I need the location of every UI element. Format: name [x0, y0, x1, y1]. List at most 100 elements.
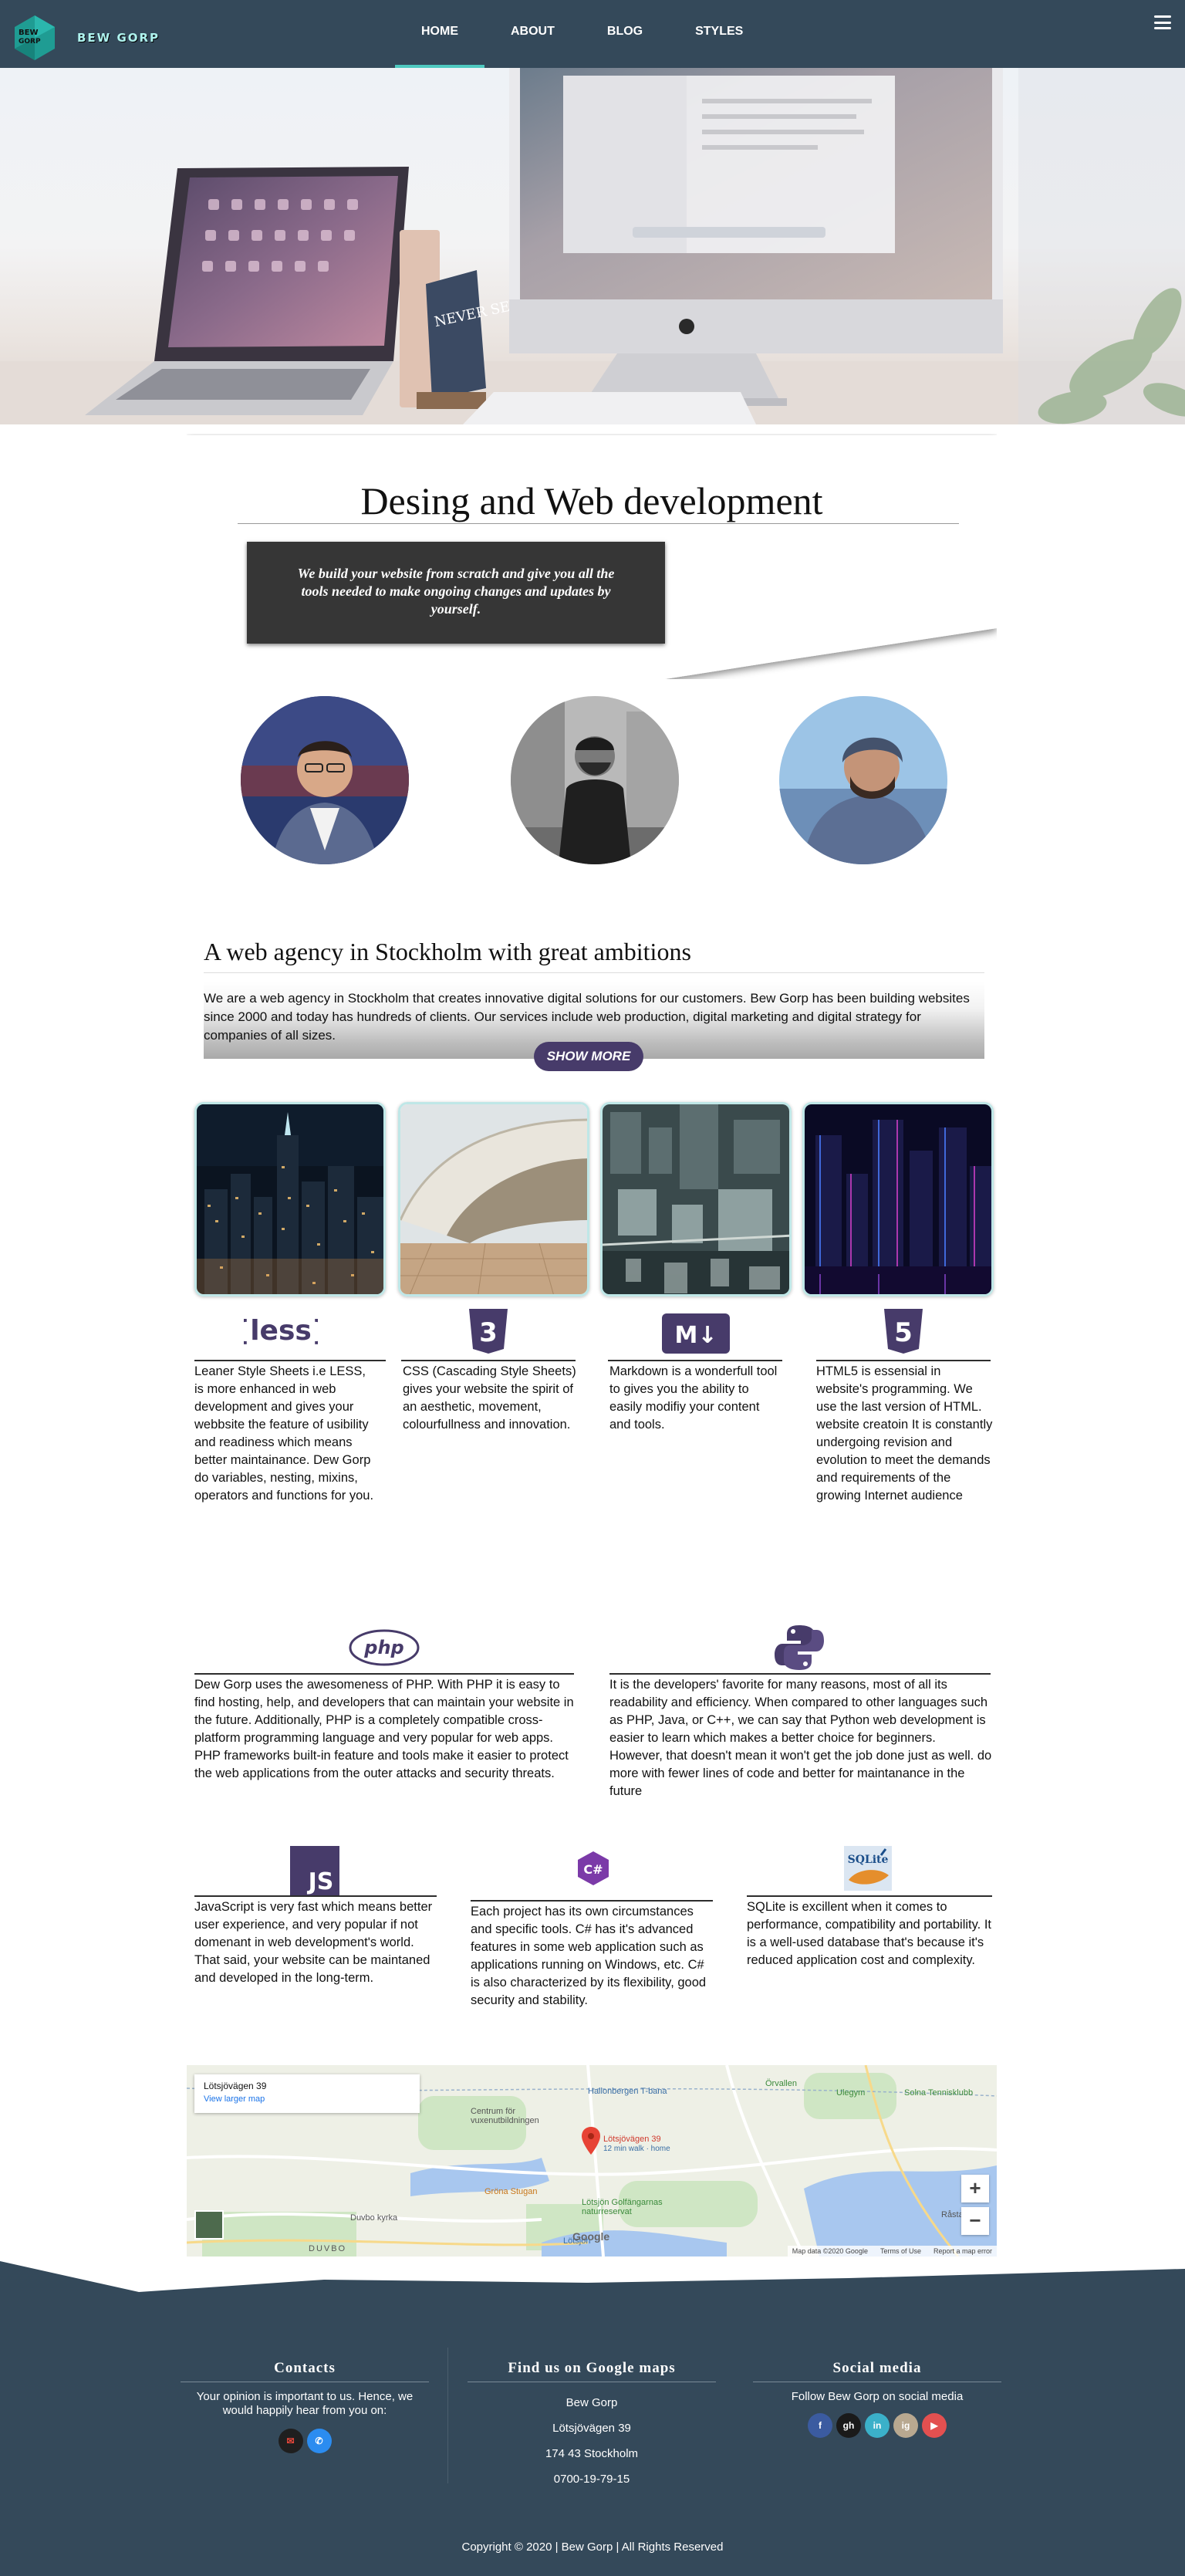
markdown-text: Markdown is a wonderfull tool to gives y…: [609, 1364, 778, 1432]
svg-text:5: 5: [894, 1317, 913, 1348]
css3-text: CSS (Cascading Style Sheets) gives your …: [403, 1364, 576, 1432]
footer-divider: [447, 2348, 448, 2483]
hero-image: NEVER SETTLE: [0, 68, 1185, 424]
sqlite-icon: SQLite: [842, 1844, 893, 1892]
top-navbar: BEW GORP BEW GORP HOME ABOUT BLOG STYLES: [0, 0, 1185, 68]
svg-text:C#: C#: [583, 1862, 603, 1877]
markdown-divider: [608, 1360, 782, 1361]
intro-title: Desing and Web development: [360, 479, 823, 522]
svg-text:GORP: GORP: [19, 38, 41, 46]
footer-social: Social media Follow Bew Gorp on social m…: [753, 2360, 1001, 2438]
csharp-divider: [471, 1900, 713, 1902]
team-avatar-3: [779, 696, 947, 864]
address-street: Lötsjövägen 39: [552, 2422, 631, 2435]
footer-contacts: Contacts Your opinion is important to us…: [181, 2360, 429, 2453]
php-text: Dew Gorp uses the awesomeness of PHP. Wi…: [194, 1678, 574, 1780]
nav-home[interactable]: HOME: [395, 0, 484, 68]
svg-text:3: 3: [479, 1317, 498, 1348]
google-maps-title: Find us on Google maps: [508, 2360, 676, 2376]
less-icon: {less}: [231, 1312, 332, 1349]
phone-icon[interactable]: ✆: [306, 2429, 332, 2453]
copyright: Copyright © 2020 | Bew Gorp | All Rights…: [461, 2541, 724, 2554]
hamburger-menu-icon[interactable]: [1154, 15, 1171, 29]
javascript-divider: [194, 1895, 437, 1897]
contacts-title: Contacts: [274, 2360, 336, 2376]
svg-text:M↓: M↓: [675, 1322, 717, 1349]
email-icon[interactable]: ✉: [278, 2429, 303, 2453]
csharp-text: Each project has its own circumstances a…: [471, 1905, 707, 2007]
map-label-duvbo-kyrka: Duvbo kyrka: [350, 2213, 398, 2223]
social-text: Follow Bew Gorp on social media: [791, 2390, 964, 2403]
css3-divider: [401, 1360, 576, 1361]
map-label-ulegym: Ulegym: [836, 2088, 866, 2098]
map-marker-label: Lötsjövägen 39: [603, 2135, 661, 2144]
svg-text:JS: JS: [307, 1868, 334, 1895]
address-phone: 0700-19-79-15: [553, 2473, 630, 2486]
html5-icon: 5: [881, 1307, 926, 1355]
agency-title: A web agency in Stockholm with great amb…: [204, 938, 691, 965]
intro-divider: [238, 523, 959, 524]
map-info-card: Lötsjövägen 39 View larger map: [194, 2074, 420, 2113]
nav-styles[interactable]: STYLES: [669, 0, 769, 68]
map-label-lotsjon-golf: Lötsjön Golfängarnas naturreservat: [582, 2198, 663, 2216]
nav-blog[interactable]: BLOG: [581, 0, 669, 68]
intro-card: Desing and Web development We build your…: [187, 434, 997, 679]
map-place-name: Lötsjövägen 39: [204, 2081, 267, 2091]
team-avatar-2: [511, 696, 679, 864]
map-label-solna-tennis: Solna Tennisklubb: [904, 2088, 974, 2098]
agency-divider: [204, 972, 984, 973]
youtube-icon[interactable]: ▶: [922, 2413, 947, 2438]
footer-google-maps: Find us on Google maps Bew Gorp Lötsjövä…: [468, 2360, 716, 2492]
less-text: Leaner Style Sheets i.e LESS, is more en…: [194, 1364, 374, 1503]
linkedin-icon[interactable]: in: [865, 2413, 890, 2438]
html5-text: HTML5 is essensial in website's programm…: [816, 1364, 993, 1503]
svg-text:{less}: {less}: [244, 1315, 318, 1347]
agency-text: We are a web agency in Stockholm that cr…: [204, 991, 970, 1043]
address-company: Bew Gorp: [565, 2396, 618, 2409]
map-marker-sublabel: 12 min walk · home: [603, 2145, 670, 2153]
php-divider: [194, 1673, 574, 1675]
javascript-icon: JS: [290, 1846, 339, 1895]
brand-name[interactable]: BEW GORP: [77, 31, 160, 45]
view-larger-map-link[interactable]: View larger map: [204, 2094, 420, 2104]
map-marker-icon[interactable]: [582, 2127, 600, 2155]
map-label-grona-stugan: Gröna Stugan: [484, 2187, 538, 2196]
logo[interactable]: BEW GORP: [12, 14, 57, 62]
php-icon: php: [349, 1628, 420, 1667]
less-divider: [194, 1360, 386, 1361]
html5-divider: [816, 1360, 991, 1361]
gallery-photo-aerial-city[interactable]: [600, 1102, 792, 1296]
intro-tagline: We build your website from scratch and g…: [247, 542, 665, 644]
markdown-icon: M↓: [660, 1312, 731, 1355]
python-text: It is the developers' favorite for many …: [609, 1678, 992, 1798]
map-label-centrum: Centrum för vuxenutbildningen: [471, 2107, 539, 2125]
instagram-icon[interactable]: ig: [893, 2413, 918, 2438]
svg-text:BEW: BEW: [19, 29, 38, 37]
map-label-duvbo: DUVBO: [309, 2244, 347, 2253]
social-title: Social media: [832, 2360, 922, 2376]
facebook-icon[interactable]: f: [808, 2413, 832, 2438]
address-city: 174 43 Stockholm: [545, 2447, 639, 2460]
github-icon[interactable]: gh: [836, 2413, 861, 2438]
show-more-button[interactable]: SHOW MORE: [534, 1042, 643, 1071]
google-logo: Google: [572, 2230, 610, 2243]
css3-icon: 3: [466, 1307, 511, 1355]
map-label-hallonbergen: Hallonbergen T-bana: [588, 2087, 667, 2096]
contacts-text: Your opinion is important to us. Hence, …: [196, 2390, 414, 2417]
google-map[interactable]: Lötsjövägen 39 View larger map Lötsjöväg…: [187, 2065, 997, 2257]
sqlite-divider: [747, 1895, 992, 1897]
satellite-toggle[interactable]: [194, 2210, 224, 2240]
team-avatar-1: [241, 696, 409, 864]
csharp-icon: C#: [576, 1851, 611, 1886]
zoom-in-button[interactable]: +: [961, 2175, 989, 2202]
javascript-text: JavaScript is very fast which means bett…: [194, 1900, 433, 1985]
python-divider: [609, 1673, 991, 1675]
svg-text:php: php: [363, 1637, 403, 1658]
map-label-orvallen: Örvallen: [765, 2079, 797, 2088]
main-nav: HOME ABOUT BLOG STYLES: [395, 0, 769, 68]
zoom-out-button[interactable]: −: [961, 2207, 989, 2235]
nav-about[interactable]: ABOUT: [484, 0, 581, 68]
gallery-photo-city-night[interactable]: [194, 1102, 386, 1296]
gallery-photo-opera-house[interactable]: [398, 1102, 589, 1296]
gallery-photo-neon-towers[interactable]: [802, 1102, 994, 1296]
